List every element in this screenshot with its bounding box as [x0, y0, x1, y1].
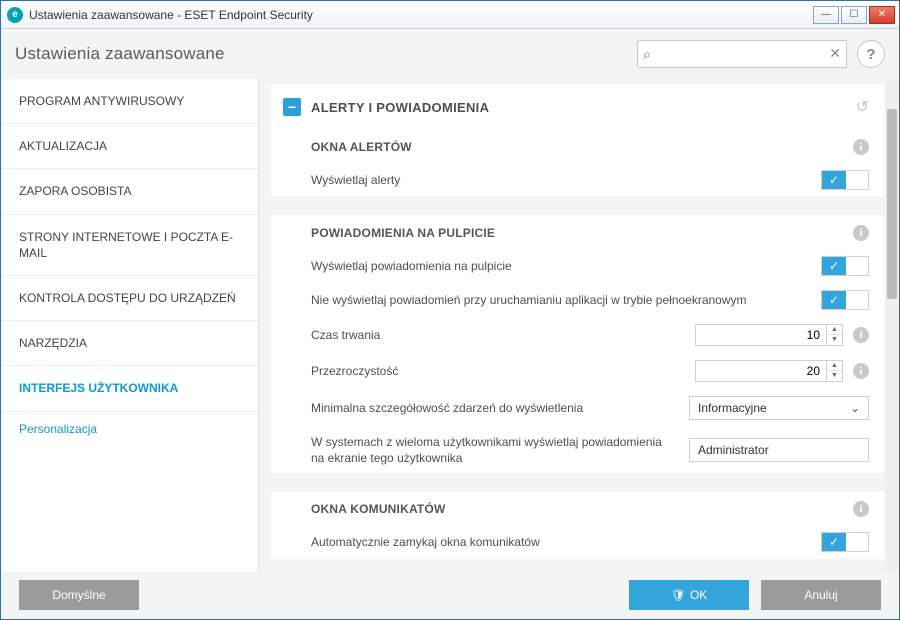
check-icon: ✓	[822, 533, 846, 551]
spin-up-icon[interactable]: ▲	[827, 325, 842, 335]
page-title: Ustawienia zaawansowane	[15, 44, 637, 64]
transparency-input[interactable]	[695, 360, 827, 382]
footer: Domyślne 🛡 OK Anuluj	[1, 571, 899, 619]
check-icon: ✓	[822, 257, 846, 275]
chevron-down-icon: ⌄	[850, 401, 860, 415]
subhead-komunikaty: OKNA KOMUNIKATÓW i	[271, 491, 885, 525]
subhead-label: OKNA KOMUNIKATÓW	[311, 502, 853, 516]
multiuser-input[interactable]	[689, 438, 869, 462]
spin-down-icon[interactable]: ▼	[827, 335, 842, 345]
row-label: Automatycznie zamykaj okna komunikatów	[311, 534, 821, 550]
row-label: Nie wyświetlaj powiadomień przy uruchami…	[311, 292, 821, 308]
select-value: Informacyjne	[698, 401, 767, 415]
maximize-button[interactable]: ☐	[841, 6, 867, 24]
row-min-severity: Minimalna szczegółowość zdarzeń do wyświ…	[271, 389, 885, 427]
titlebar: e Ustawienia zaawansowane - ESET Endpoin…	[1, 1, 899, 29]
toggle-show-desktop[interactable]: ✓	[821, 256, 869, 276]
sidebar-item-update[interactable]: AKTUALIZACJA	[1, 124, 258, 169]
sidebar-item-firewall[interactable]: ZAPORA OSOBISTA	[1, 169, 258, 214]
close-button[interactable]: ✕	[869, 6, 895, 24]
section-title: ALERTY I POWIADOMIENIA	[311, 100, 856, 115]
sidebar: PROGRAM ANTYWIRUSOWY AKTUALIZACJA ZAPORA…	[1, 79, 259, 571]
content-wrap: − ALERTY I POWIADOMIENIA ↺ OKNA ALERTÓW …	[259, 79, 899, 571]
help-button[interactable]: ?	[857, 40, 885, 68]
select-min-severity[interactable]: Informacyjne ⌄	[689, 396, 869, 420]
search-input[interactable]	[637, 40, 847, 68]
cancel-button[interactable]: Anuluj	[761, 580, 881, 610]
window-title: Ustawienia zaawansowane - ESET Endpoint …	[29, 8, 813, 22]
row-transparency: Przezroczystość ▲▼ i	[271, 353, 885, 389]
subhead-label: POWIADOMIENIA NA PULPICIE	[311, 226, 853, 240]
section-gap	[271, 197, 885, 215]
row-label: Minimalna szczegółowość zdarzeń do wyświ…	[311, 400, 689, 416]
info-icon[interactable]: i	[853, 501, 869, 517]
ok-button[interactable]: 🛡 OK	[629, 580, 749, 610]
sidebar-item-web-email[interactable]: STRONY INTERNETOWE I POCZTA E-MAIL	[1, 215, 258, 276]
panel-desktop: POWIADOMIENIA NA PULPICIE i Wyświetlaj p…	[271, 215, 885, 473]
subhead-pulpit: POWIADOMIENIA NA PULPICIE i	[271, 215, 885, 249]
collapse-icon[interactable]: −	[283, 98, 301, 116]
duration-input[interactable]	[695, 324, 827, 346]
row-label: Przezroczystość	[311, 363, 695, 379]
shield-icon: 🛡	[671, 588, 686, 602]
search-icon: ⌕	[643, 46, 651, 63]
vertical-scrollbar[interactable]	[885, 79, 899, 571]
section-gap	[271, 473, 885, 491]
info-icon[interactable]: i	[853, 363, 869, 379]
info-icon[interactable]: i	[853, 225, 869, 241]
toggle-show-alerts[interactable]: ✓	[821, 170, 869, 190]
section-header: − ALERTY I POWIADOMIENIA ↺	[271, 85, 885, 129]
window-buttons: — ☐ ✕	[813, 6, 895, 24]
sidebar-sub-personalization[interactable]: Personalizacja	[1, 412, 258, 450]
row-label: Wyświetlaj alerty	[311, 172, 821, 188]
app-logo-icon: e	[7, 7, 23, 23]
header: Ustawienia zaawansowane ⌕ ✕ ?	[1, 29, 899, 79]
subhead-label: OKNA ALERTÓW	[311, 140, 853, 154]
spinner[interactable]: ▲▼	[827, 360, 843, 382]
spin-down-icon[interactable]: ▼	[827, 371, 842, 381]
number-input-duration: ▲▼	[695, 324, 843, 346]
row-show-alerts: Wyświetlaj alerty ✓	[271, 163, 885, 197]
search-clear-icon[interactable]: ✕	[829, 45, 841, 62]
toggle-autoclose[interactable]: ✓	[821, 532, 869, 552]
spin-up-icon[interactable]: ▲	[827, 361, 842, 371]
number-input-transparency: ▲▼	[695, 360, 843, 382]
info-icon[interactable]: i	[853, 139, 869, 155]
info-icon[interactable]: i	[853, 327, 869, 343]
row-show-desktop: Wyświetlaj powiadomienia na pulpicie ✓	[271, 249, 885, 283]
check-icon: ✓	[822, 291, 846, 309]
sidebar-item-device-control[interactable]: KONTROLA DOSTĘPU DO URZĄDZEŃ	[1, 276, 258, 321]
ok-label: OK	[690, 588, 707, 602]
sidebar-item-tools[interactable]: NARZĘDZIA	[1, 321, 258, 366]
sidebar-item-antivirus[interactable]: PROGRAM ANTYWIRUSOWY	[1, 79, 258, 124]
toggle-no-fullscreen[interactable]: ✓	[821, 290, 869, 310]
check-icon: ✓	[822, 171, 846, 189]
row-label: W systemach z wieloma użytkownikami wyśw…	[311, 434, 689, 466]
row-multiuser: W systemach z wieloma użytkownikami wyśw…	[271, 427, 885, 473]
panel-alerts: − ALERTY I POWIADOMIENIA ↺ OKNA ALERTÓW …	[271, 85, 885, 197]
row-no-fullscreen: Nie wyświetlaj powiadomień przy uruchami…	[271, 283, 885, 317]
default-button[interactable]: Domyślne	[19, 580, 139, 610]
row-autoclose: Automatycznie zamykaj okna komunikatów ✓	[271, 525, 885, 559]
subhead-okna-alertow: OKNA ALERTÓW i	[271, 129, 885, 163]
main: PROGRAM ANTYWIRUSOWY AKTUALIZACJA ZAPORA…	[1, 79, 899, 571]
row-label: Wyświetlaj powiadomienia na pulpicie	[311, 258, 821, 274]
spinner[interactable]: ▲▼	[827, 324, 843, 346]
row-label: Czas trwania	[311, 327, 695, 343]
panel-komunikaty: OKNA KOMUNIKATÓW i Automatycznie zamykaj…	[271, 491, 885, 559]
reset-icon[interactable]: ↺	[856, 97, 869, 117]
minimize-button[interactable]: —	[813, 6, 839, 24]
row-duration: Czas trwania ▲▼ i	[271, 317, 885, 353]
content-scroll[interactable]: − ALERTY I POWIADOMIENIA ↺ OKNA ALERTÓW …	[271, 85, 885, 565]
sidebar-item-ui[interactable]: INTERFEJS UŻYTKOWNIKA	[1, 366, 258, 411]
scrollbar-thumb[interactable]	[887, 109, 897, 299]
search-wrap: ⌕ ✕	[637, 40, 847, 68]
